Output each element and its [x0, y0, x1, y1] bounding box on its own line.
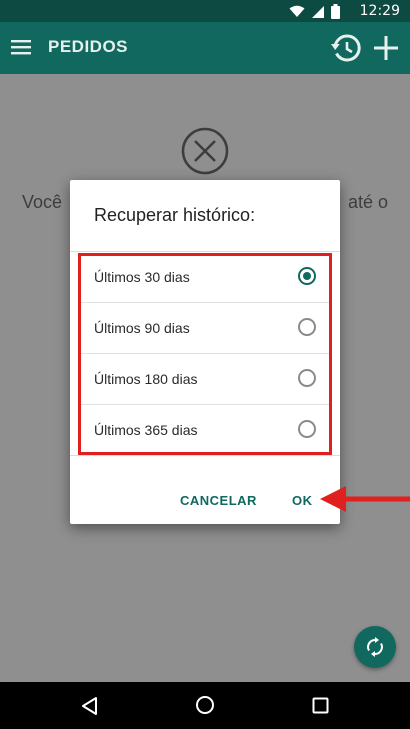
- option-label: Últimos 90 dias: [94, 320, 190, 336]
- divider: [70, 455, 340, 456]
- option-label: Últimos 365 dias: [94, 422, 198, 438]
- history-icon[interactable]: [330, 32, 362, 64]
- option-365-days[interactable]: Últimos 365 dias: [80, 405, 330, 456]
- red-arrow-annotation: [320, 486, 410, 512]
- page-title: PEDIDOS: [48, 37, 129, 56]
- home-icon[interactable]: [195, 695, 215, 715]
- status-bar: 12:29: [0, 0, 410, 22]
- status-time: 12:29: [359, 3, 400, 19]
- app-bar: PEDIDOS: [0, 22, 410, 74]
- dialog-title: Recuperar histórico:: [94, 205, 256, 225]
- option-90-days[interactable]: Últimos 90 dias: [80, 303, 330, 354]
- signal-icon: [312, 5, 324, 18]
- nav-bar: [0, 682, 410, 729]
- radio-unselected[interactable]: [298, 420, 316, 438]
- empty-message-left: Você: [22, 192, 63, 212]
- menu-icon[interactable]: [10, 36, 32, 58]
- back-icon[interactable]: [80, 696, 100, 716]
- close-circle-icon: [181, 127, 229, 175]
- add-icon[interactable]: [372, 34, 400, 62]
- wifi-icon: [289, 5, 305, 17]
- battery-icon: [331, 4, 340, 19]
- option-label: Últimos 30 dias: [94, 269, 190, 285]
- recent-apps-icon[interactable]: [312, 697, 329, 714]
- option-180-days[interactable]: Últimos 180 dias: [80, 354, 330, 405]
- history-dialog: Recuperar histórico: Últimos 30 dias Últ…: [70, 180, 340, 524]
- cancel-button[interactable]: CANCELAR: [180, 493, 257, 508]
- status-icons: [289, 4, 340, 19]
- option-label: Últimos 180 dias: [94, 371, 198, 387]
- empty-message-right: até o: [347, 192, 388, 212]
- radio-selected[interactable]: [298, 267, 316, 285]
- sync-button[interactable]: [354, 626, 396, 668]
- ok-button[interactable]: OK: [292, 493, 313, 508]
- radio-unselected[interactable]: [298, 369, 316, 387]
- radio-unselected[interactable]: [298, 318, 316, 336]
- option-30-days[interactable]: Últimos 30 dias: [80, 252, 330, 303]
- sync-icon: [367, 637, 383, 657]
